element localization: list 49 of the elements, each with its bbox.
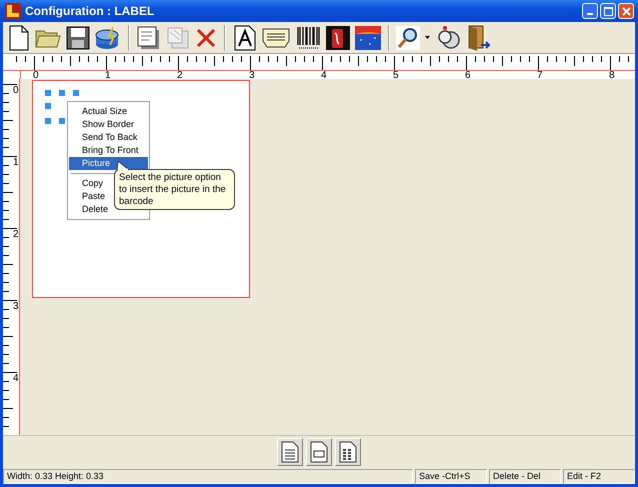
close-button[interactable] [618,3,634,19]
zoom-icon[interactable] [396,24,420,52]
selection-handle[interactable] [45,90,51,96]
ruler-label: 4 [321,70,327,79]
minimize-button[interactable] [582,3,598,19]
dropdown-caret-icon[interactable] [425,36,430,39]
menu-item[interactable]: Actual Size [69,105,148,118]
status-panel: Width: 0.33 Height: 0.33 [3,469,413,484]
window-title: Configuration : LABEL [25,4,156,18]
document-icon[interactable] [136,24,162,52]
tooltip-text: Select the picture option to insert the picture in the barcode [119,172,227,208]
menu-item[interactable]: Picture [69,157,148,170]
ruler-label: 8 [609,70,615,79]
ruler-label: 7 [537,70,543,79]
selection-handle[interactable] [45,118,51,124]
ruler-label: 3 [249,70,255,79]
close-icon [622,6,630,16]
selection-handle[interactable] [45,103,51,109]
menu-item[interactable]: Show Border [69,118,148,131]
maximize-button[interactable] [600,3,616,19]
selection-handle[interactable] [73,90,79,96]
document-list-icon[interactable] [277,438,303,466]
app-icon [5,3,21,19]
new-document-icon[interactable] [7,24,31,52]
ruler-label: 2 [13,229,19,240]
menu-item[interactable]: Bring To Front [69,144,148,157]
status-panel: Delete - Del [489,469,561,484]
ruler-label: 5 [393,70,399,79]
save-icon[interactable] [65,24,91,52]
minimize-icon [587,12,593,14]
status-panel: Save -Ctrl+S [415,469,487,484]
text-tool-icon[interactable] [232,24,258,52]
image-tool-icon[interactable] [325,24,351,52]
ruler-label: 3 [13,301,19,312]
document-grid-icon[interactable] [335,438,361,466]
exit-door-icon[interactable] [466,24,492,52]
ruler-label: 1 [105,70,111,79]
maximize-icon [604,6,612,16]
selection-handle[interactable] [59,118,65,124]
ruler-label: 2 [177,70,183,79]
ruler-label: 4 [13,373,19,384]
status-panel: Edit - F2 [563,469,635,484]
document-frame-icon[interactable] [306,438,332,466]
ruler-label: 0 [13,85,19,96]
ruler-label: 6 [465,70,471,79]
menu-item[interactable]: Send To Back [69,131,148,144]
ruler-label: 0 [33,70,39,79]
selection-handle[interactable] [59,90,65,96]
ruler-label: 1 [13,157,19,168]
